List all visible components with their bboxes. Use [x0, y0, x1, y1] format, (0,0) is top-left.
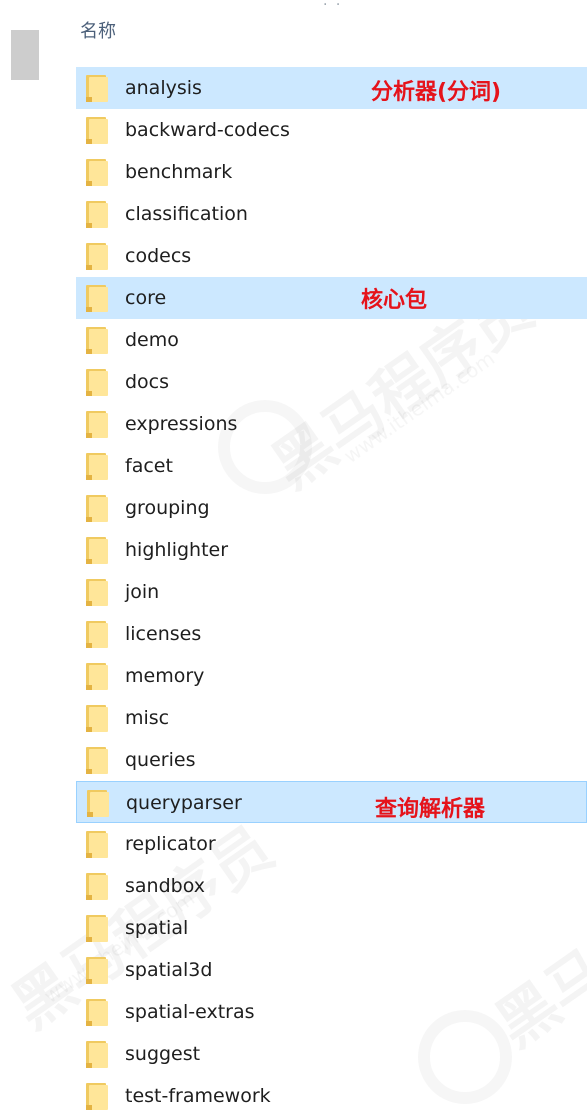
- list-item-test-framework[interactable]: test-framework: [76, 1075, 587, 1117]
- list-item-spatial-extras[interactable]: spatial-extras: [76, 991, 587, 1033]
- file-name: join: [125, 581, 160, 603]
- list-item-backward-codecs[interactable]: backward-codecs: [76, 109, 587, 151]
- list-item-queryparser[interactable]: queryparser 查询解析器: [76, 781, 587, 823]
- file-name: facet: [125, 455, 173, 477]
- list-item-codecs[interactable]: codecs: [76, 235, 587, 277]
- file-name: backward-codecs: [125, 119, 290, 141]
- folder-icon: [86, 705, 110, 732]
- file-name: analysis: [125, 77, 202, 99]
- folder-icon: [86, 873, 110, 900]
- file-name: suggest: [125, 1043, 201, 1065]
- folder-icon: [86, 159, 110, 186]
- file-name: classification: [125, 203, 248, 225]
- folder-icon: [86, 957, 110, 984]
- file-name: core: [125, 287, 167, 309]
- folder-icon: [86, 831, 110, 858]
- folder-icon: [86, 999, 110, 1026]
- folder-icon: [86, 495, 110, 522]
- file-name: benchmark: [125, 161, 233, 183]
- list-item-queries[interactable]: queries: [76, 739, 587, 781]
- file-name: spatial: [125, 917, 189, 939]
- file-name: demo: [125, 329, 179, 351]
- file-list: analysis 分析器(分词) backward-codecs benchma…: [76, 67, 587, 1117]
- file-name: memory: [125, 665, 205, 687]
- file-name: highlighter: [125, 539, 229, 561]
- annotation-analysis: 分析器(分词): [371, 80, 502, 105]
- folder-icon: [86, 369, 110, 396]
- list-item-memory[interactable]: memory: [76, 655, 587, 697]
- folder-icon: [86, 327, 110, 354]
- list-item-licenses[interactable]: licenses: [76, 613, 587, 655]
- scrollbar-thumb[interactable]: [11, 30, 39, 80]
- list-item-spatial[interactable]: spatial: [76, 907, 587, 949]
- list-item-join[interactable]: join: [76, 571, 587, 613]
- list-item-core[interactable]: core 核心包: [76, 277, 587, 319]
- file-name: expressions: [125, 413, 238, 435]
- folder-icon: [86, 1083, 110, 1110]
- folder-icon: [86, 117, 110, 144]
- list-item-benchmark[interactable]: benchmark: [76, 151, 587, 193]
- file-name: spatial3d: [125, 959, 213, 981]
- file-name: test-framework: [125, 1085, 271, 1107]
- list-item-sandbox[interactable]: sandbox: [76, 865, 587, 907]
- list-item-docs[interactable]: docs: [76, 361, 587, 403]
- list-item-analysis[interactable]: analysis 分析器(分词): [76, 67, 587, 109]
- folder-icon: [86, 1041, 110, 1068]
- annotation-queryparser: 查询解析器: [375, 797, 486, 822]
- folder-icon: [86, 411, 110, 438]
- folder-icon: [86, 579, 110, 606]
- file-name: queryparser: [126, 792, 242, 814]
- file-name: spatial-extras: [125, 1001, 255, 1023]
- folder-icon: [86, 285, 110, 312]
- file-name: sandbox: [125, 875, 205, 897]
- list-item-highlighter[interactable]: highlighter: [76, 529, 587, 571]
- file-name: misc: [125, 707, 170, 729]
- file-name: codecs: [125, 245, 192, 267]
- list-item-classification[interactable]: classification: [76, 193, 587, 235]
- file-name: queries: [125, 749, 196, 771]
- list-item-demo[interactable]: demo: [76, 319, 587, 361]
- list-item-grouping[interactable]: grouping: [76, 487, 587, 529]
- name-column-header[interactable]: 名称: [80, 17, 116, 43]
- file-name: grouping: [125, 497, 210, 519]
- list-item-spatial3d[interactable]: spatial3d: [76, 949, 587, 991]
- list-item-replicator[interactable]: replicator: [76, 823, 587, 865]
- list-item-suggest[interactable]: suggest: [76, 1033, 587, 1075]
- header-resize-dots: · ·: [323, 0, 343, 13]
- folder-icon: [86, 621, 110, 648]
- folder-icon: [86, 453, 110, 480]
- folder-icon: [87, 790, 111, 817]
- list-item-misc[interactable]: misc: [76, 697, 587, 739]
- file-name: replicator: [125, 833, 216, 855]
- list-item-facet[interactable]: facet: [76, 445, 587, 487]
- folder-icon: [86, 915, 110, 942]
- file-name: licenses: [125, 623, 202, 645]
- file-name: docs: [125, 371, 170, 393]
- folder-icon: [86, 75, 110, 102]
- folder-icon: [86, 243, 110, 270]
- annotation-core: 核心包: [361, 288, 428, 313]
- folder-icon: [86, 201, 110, 228]
- folder-icon: [86, 537, 110, 564]
- folder-icon: [86, 747, 110, 774]
- folder-icon: [86, 663, 110, 690]
- list-item-expressions[interactable]: expressions: [76, 403, 587, 445]
